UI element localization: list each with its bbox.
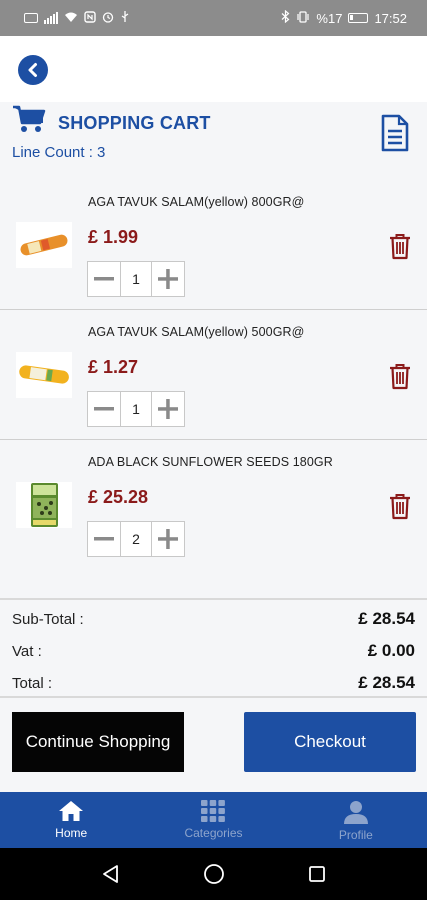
nav-back-icon[interactable] — [101, 864, 121, 884]
document-icon[interactable] — [380, 114, 410, 152]
top-bar — [0, 36, 427, 102]
cart-item: ADA BLACK SUNFLOWER SEEDS 180GR £ 25.28 … — [0, 440, 427, 570]
wifi-icon — [64, 11, 78, 26]
item-price: £ 1.99 — [88, 227, 139, 247]
back-button[interactable] — [18, 55, 48, 85]
minus-icon — [94, 537, 114, 541]
vat-label: Vat : — [12, 642, 42, 660]
item-name: AGA TAVUK SALAM(yellow) 500GR@ — [88, 325, 305, 339]
item-price: £ 1.27 — [88, 357, 139, 377]
tab-home-label: Home — [55, 826, 88, 840]
tab-profile-label: Profile — [338, 828, 373, 842]
decrease-quantity-button[interactable] — [88, 392, 120, 426]
user-icon — [343, 801, 368, 824]
status-left-icons — [24, 10, 130, 26]
trash-icon[interactable] — [388, 492, 412, 520]
tab-profile[interactable]: Profile — [285, 792, 427, 848]
cart-items-list: AGA TAVUK SALAM(yellow) 800GR@ £ 1.99 1 — [0, 180, 427, 570]
line-count: Line Count : 3 — [12, 144, 106, 161]
subtotal-row: Sub-Total : £ 28.54 — [12, 608, 415, 630]
increase-quantity-button[interactable] — [152, 262, 184, 296]
increase-quantity-button[interactable] — [152, 522, 184, 556]
nav-home-icon[interactable] — [203, 863, 225, 885]
bottom-tab-bar: Home Categories Profile — [0, 792, 427, 848]
continue-shopping-button[interactable]: Continue Shopping — [12, 712, 184, 772]
status-time: 17:52 — [374, 10, 407, 26]
quantity-value[interactable]: 1 — [120, 262, 152, 296]
alarm-icon — [102, 11, 114, 26]
cart-header: SHOPPING CART Line Count : 3 — [0, 102, 427, 174]
vibrate-icon — [296, 10, 310, 26]
status-bar: %17 17:52 — [0, 0, 427, 36]
tab-categories[interactable]: Categories — [142, 792, 284, 848]
cart-title: SHOPPING CART — [58, 113, 211, 133]
status-right-icons: %17 17:52 — [281, 9, 407, 26]
minus-icon — [94, 407, 114, 411]
tab-categories-label: Categories — [184, 826, 243, 840]
usb-icon — [120, 10, 130, 26]
home-icon — [59, 801, 84, 821]
sim-icon — [24, 13, 38, 23]
system-nav-bar — [0, 848, 427, 900]
trash-icon[interactable] — [388, 362, 412, 390]
quantity-stepper: 1 — [87, 391, 185, 427]
subtotal-label: Sub-Total : — [12, 610, 84, 628]
totals-panel: Sub-Total : £ 28.54 Vat : £ 0.00 Total :… — [0, 598, 427, 698]
cart-item: AGA TAVUK SALAM(yellow) 800GR@ £ 1.99 1 — [0, 180, 427, 310]
trash-icon[interactable] — [388, 232, 412, 260]
increase-quantity-button[interactable] — [152, 392, 184, 426]
subtotal-value: £ 28.54 — [358, 609, 415, 628]
item-name: ADA BLACK SUNFLOWER SEEDS 180GR — [88, 455, 333, 469]
total-label: Total : — [12, 674, 53, 692]
quantity-value[interactable]: 1 — [120, 392, 152, 426]
tab-home[interactable]: Home — [0, 792, 142, 848]
chevron-left-icon — [28, 63, 37, 77]
grid-icon — [201, 800, 226, 822]
plus-icon — [158, 529, 178, 549]
item-name: AGA TAVUK SALAM(yellow) 800GR@ — [88, 195, 305, 209]
nav-recents-icon[interactable] — [308, 865, 326, 883]
battery-percent: %17 — [316, 10, 343, 26]
total-value: £ 28.54 — [358, 673, 415, 692]
vat-row: Vat : £ 0.00 — [12, 640, 415, 662]
battery-icon — [348, 13, 369, 23]
minus-icon — [94, 277, 114, 281]
decrease-quantity-button[interactable] — [88, 522, 120, 556]
nfc-icon — [84, 10, 96, 26]
bluetooth-icon — [281, 9, 290, 26]
plus-icon — [158, 399, 178, 419]
item-price: £ 25.28 — [88, 487, 149, 507]
shopping-cart-icon — [13, 105, 46, 132]
cart-item: AGA TAVUK SALAM(yellow) 500GR@ £ 1.27 1 — [0, 310, 427, 440]
total-row: Total : £ 28.54 — [12, 672, 415, 694]
salami-yellow-product-image — [16, 352, 72, 398]
quantity-value[interactable]: 2 — [120, 522, 152, 556]
salami-orange-product-image — [16, 222, 72, 268]
plus-icon — [158, 269, 178, 289]
decrease-quantity-button[interactable] — [88, 262, 120, 296]
quantity-stepper: 2 — [87, 521, 185, 557]
checkout-button[interactable]: Checkout — [244, 712, 416, 772]
quantity-stepper: 1 — [87, 261, 185, 297]
signal-icon — [44, 12, 58, 24]
vat-value: £ 0.00 — [367, 641, 415, 660]
sunflower-seeds-bag-product-image — [16, 482, 72, 528]
